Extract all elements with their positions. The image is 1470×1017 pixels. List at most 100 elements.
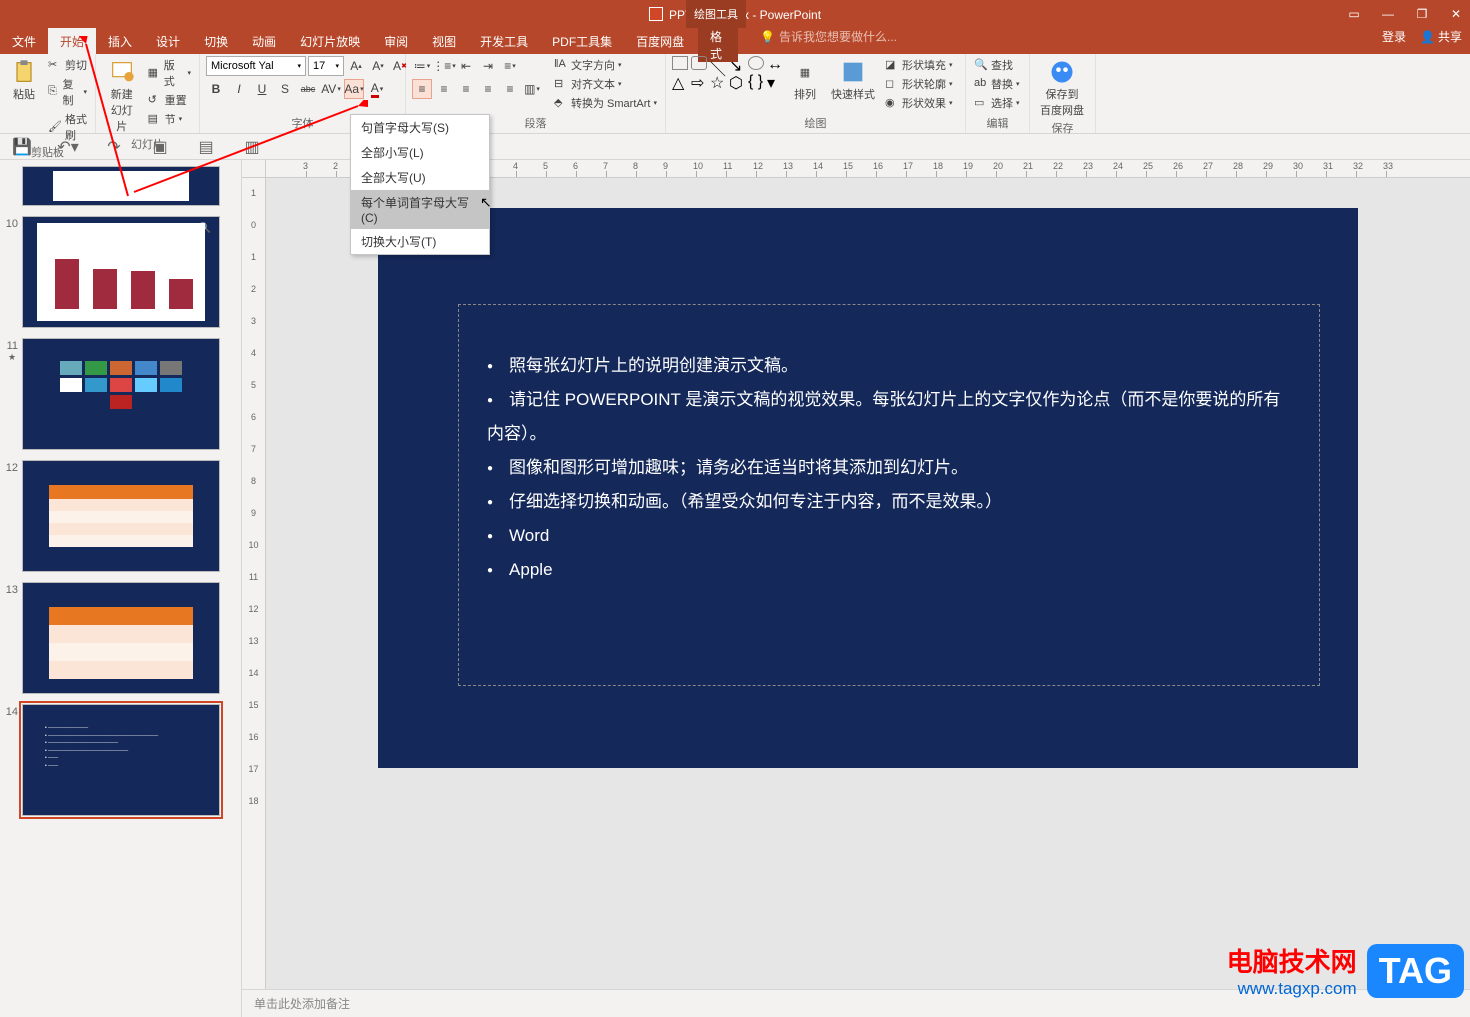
thumb-slide-12[interactable] [22, 460, 220, 572]
shape-doublearrow-icon[interactable]: ↔ [767, 56, 783, 70]
justify-button[interactable]: ≡ [478, 79, 498, 99]
align-right-button[interactable]: ≡ [456, 79, 476, 99]
cut-button[interactable]: ✂剪切 [46, 56, 89, 74]
font-size-combo[interactable]: 17▾ [308, 56, 344, 76]
increase-indent-button[interactable]: ⇥ [478, 56, 498, 76]
thumb-row-14[interactable]: 14 • ———————— • —————————————————————— •… [0, 702, 241, 824]
text-direction-button[interactable]: ‖A文字方向▾ [552, 56, 659, 74]
char-spacing-button[interactable]: AV▾ [321, 79, 341, 99]
shape-triangle-icon[interactable]: △ [672, 73, 688, 87]
shadow-button[interactable]: S [275, 79, 295, 99]
thumb-row-9[interactable] [0, 164, 241, 214]
thumb-slide-11[interactable] [22, 338, 220, 450]
paste-button[interactable]: 粘贴 [6, 56, 42, 104]
thumb-row-13[interactable]: 13 [0, 580, 241, 702]
bullet-item[interactable]: 仔细选择切换和动画。（希望受众如何专注于内容，而不是效果。） [487, 485, 1291, 519]
tab-transitions[interactable]: 切换 [192, 28, 240, 54]
shape-effects-button[interactable]: ◉形状效果▾ [883, 94, 955, 112]
quick-styles-button[interactable]: 快速样式 [827, 56, 879, 104]
bullet-item[interactable]: 请记住 POWERPOINT 是演示文稿的视觉效果。每张幻灯片上的文字仅作为论点… [487, 383, 1291, 451]
slide-canvas[interactable]: 照每张幻灯片上的说明创建演示文稿。请记住 POWERPOINT 是演示文稿的视觉… [378, 208, 1358, 768]
align-text-button[interactable]: ⊟对齐文本▾ [552, 75, 659, 93]
underline-button[interactable]: U [252, 79, 272, 99]
thumb-row-11[interactable]: 11 ★ [0, 336, 241, 458]
shape-roundrect-icon[interactable] [691, 56, 707, 70]
columns-button[interactable]: ▥▾ [522, 79, 542, 99]
thumb-row-10[interactable]: 10 🔍 [0, 214, 241, 336]
case-capitalize-item[interactable]: 每个单词首字母大写(C) [351, 190, 489, 229]
bullet-item[interactable]: 照每张幻灯片上的说明创建演示文稿。 [487, 349, 1291, 383]
format-painter-button[interactable]: 🖌格式刷 [46, 110, 89, 144]
shape-brace-icon[interactable]: { } [748, 73, 764, 87]
bullet-item[interactable]: 图像和图形可增加趣味；请务必在适当时将其添加到幻灯片。 [487, 451, 1291, 485]
thumb-row-12[interactable]: 12 [0, 458, 241, 580]
slide-thumbnails-panel[interactable]: 10 🔍 11 ★ [0, 160, 242, 1017]
ribbon-options-icon[interactable]: ▭ [1346, 6, 1362, 22]
shape-arrow-icon[interactable]: ↘ [729, 56, 745, 70]
qat-custom2-icon[interactable]: ▥ [244, 139, 260, 155]
increase-font-button[interactable]: A▴ [346, 56, 366, 76]
thumb-slide-14[interactable]: • ———————— • —————————————————————— • ——… [22, 704, 220, 816]
shape-star-icon[interactable]: ☆ [710, 73, 726, 87]
thumb-slide-9[interactable] [22, 166, 220, 206]
select-button[interactable]: ▭选择▾ [972, 94, 1022, 112]
thumb-slide-13[interactable] [22, 582, 220, 694]
content-textbox[interactable]: 照每张幻灯片上的说明创建演示文稿。请记住 POWERPOINT 是演示文稿的视觉… [458, 304, 1320, 686]
bullet-item[interactable]: Word [487, 519, 1291, 553]
new-slide-button[interactable]: 新建 幻灯片 [102, 56, 142, 136]
case-toggle-item[interactable]: 切换大小写(T) [351, 229, 489, 254]
tab-review[interactable]: 审阅 [372, 28, 420, 54]
slide-viewport[interactable]: 照每张幻灯片上的说明创建演示文稿。请记住 POWERPOINT 是演示文稿的视觉… [266, 178, 1470, 989]
shape-hexagon-icon[interactable]: ⬡ [729, 73, 745, 87]
shape-oval-icon[interactable] [748, 56, 764, 70]
distribute-button[interactable]: ≡ [500, 79, 520, 99]
shape-rightarrow-icon[interactable]: ⇨ [691, 73, 707, 87]
find-button[interactable]: 🔍查找 [972, 56, 1022, 74]
tab-animations[interactable]: 动画 [240, 28, 288, 54]
login-button[interactable]: 登录 [1382, 28, 1406, 45]
line-spacing-button[interactable]: ≡▾ [500, 56, 520, 76]
font-name-combo[interactable]: Microsoft Yal▾ [206, 56, 306, 76]
arrange-button[interactable]: ▦ 排列 [787, 56, 823, 104]
bullet-item[interactable]: Apple [487, 553, 1291, 587]
tab-file[interactable]: 文件 [0, 28, 48, 54]
strike-button[interactable]: abc [298, 79, 318, 99]
change-case-button[interactable]: Aa▾ [344, 79, 364, 99]
share-button[interactable]: 👤 共享 [1420, 28, 1462, 45]
shape-fill-button[interactable]: ◪形状填充▾ [883, 56, 955, 74]
align-center-button[interactable]: ≡ [434, 79, 454, 99]
tab-design[interactable]: 设计 [144, 28, 192, 54]
shape-rect-icon[interactable] [672, 56, 688, 70]
close-button[interactable]: ✕ [1448, 6, 1464, 22]
tab-slideshow[interactable]: 幻灯片放映 [288, 28, 372, 54]
shape-outline-button[interactable]: ◻形状轮廓▾ [883, 75, 955, 93]
smartart-button[interactable]: ⬘转换为 SmartArt▾ [552, 94, 659, 112]
decrease-indent-button[interactable]: ⇤ [456, 56, 476, 76]
ruler-vertical[interactable]: 10123456789101112131415161718 [242, 178, 266, 989]
shape-more-icon[interactable]: ▾ [767, 73, 783, 87]
tab-baidu[interactable]: 百度网盘 [624, 28, 696, 54]
shape-line-icon[interactable]: ＼ [710, 56, 726, 70]
case-lower-item[interactable]: 全部小写(L) [351, 140, 489, 165]
bold-button[interactable]: B [206, 79, 226, 99]
replace-button[interactable]: ab替换▾ [972, 75, 1022, 93]
font-color-button[interactable]: A▾ [367, 79, 387, 99]
section-button[interactable]: ▤节▾ [146, 110, 193, 128]
case-sentence-item[interactable]: 句首字母大写(S) [351, 115, 489, 140]
case-upper-item[interactable]: 全部大写(U) [351, 165, 489, 190]
tab-pdf[interactable]: PDF工具集 [540, 28, 624, 54]
layout-button[interactable]: ▦版式▾ [146, 56, 193, 90]
numbering-button[interactable]: ⋮≡▾ [434, 56, 454, 76]
shapes-gallery[interactable]: ＼ ↘ ↔ △ ⇨ ☆ ⬡ { } ▾ [672, 56, 783, 87]
reset-button[interactable]: ↺重置 [146, 91, 193, 109]
qat-custom1-icon[interactable]: ▤ [198, 139, 214, 155]
save-baidu-button[interactable]: 保存到 百度网盘 [1036, 56, 1088, 120]
copy-button[interactable]: ⎘复制▾ [46, 75, 89, 109]
bullets-button[interactable]: ≔▾ [412, 56, 432, 76]
restore-button[interactable]: ❐ [1414, 6, 1430, 22]
minimize-button[interactable]: — [1380, 6, 1396, 22]
thumb-slide-10[interactable]: 🔍 [22, 216, 220, 328]
tab-home[interactable]: 开始 [48, 28, 96, 54]
align-left-button[interactable]: ≡ [412, 79, 432, 99]
tab-insert[interactable]: 插入 [96, 28, 144, 54]
